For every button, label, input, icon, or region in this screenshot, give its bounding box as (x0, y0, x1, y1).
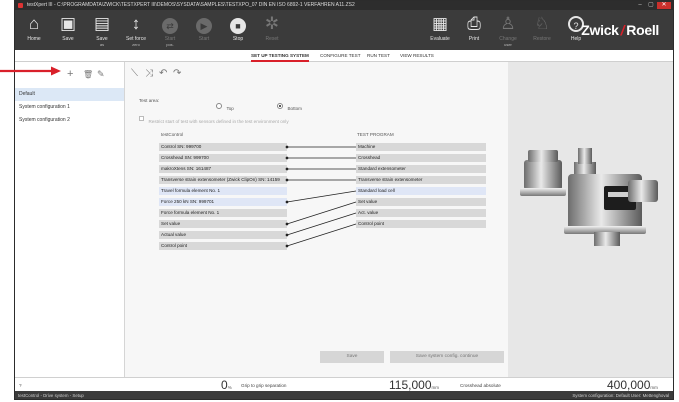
print-button[interactable]: ⎙ Print (459, 12, 489, 48)
reset-button[interactable]: ✲ Reset (257, 12, 287, 48)
app-logo-icon (18, 3, 23, 8)
tab-run-test[interactable]: RUN TEST (367, 52, 390, 60)
system-setup-panel: ⟍ ⤨ ↶ ↷ Test area: Top Bottom Restrict s… (125, 62, 508, 377)
edit-icon[interactable]: ✎ (97, 69, 105, 80)
tab-set-up-testing-system[interactable]: SET UP TESTING SYSTEM (251, 52, 309, 62)
main-toolbar: ⌂ Home ▣ Save ▤ Save as ↕ Set force zero… (15, 10, 673, 50)
connector-dot (285, 222, 289, 226)
set-force-zero-icon: ↕ (131, 14, 141, 33)
save-and-continue-button[interactable]: Save system config. continue (390, 351, 504, 363)
status-bar: ? 0% Grip to grip separation 115,000mm C… (15, 377, 673, 392)
red-arrow-annotation (0, 66, 61, 76)
save-as-button[interactable]: ▤ Save as (87, 12, 117, 48)
testing-machine-grips-image (520, 148, 658, 246)
home-icon: ⌂ (28, 14, 40, 33)
tab-configure-test[interactable]: CONFIGURE TEST (320, 52, 361, 60)
connector-dot (285, 156, 289, 160)
add-icon[interactable]: + (67, 68, 73, 80)
crosshead-absolute-label: Crosshead absolute (460, 383, 501, 388)
connection-line (286, 212, 357, 236)
start-icon: ▶ (196, 18, 212, 34)
connection-line (286, 201, 357, 225)
configuration-item-default[interactable]: Default (15, 88, 124, 101)
connector-dot (285, 145, 289, 149)
delete-icon[interactable]: 🗑 (83, 70, 93, 79)
restore-icon: ♘ (534, 14, 550, 33)
title-bar: testXpert III - C:\PROGRAMDATA\ZWICK\TES… (15, 1, 673, 10)
evaluate-icon: ▦ (431, 14, 449, 33)
close-button[interactable]: ✕ (657, 2, 671, 9)
current-view-path: testControl - Drive system - Setup (18, 393, 84, 398)
start-position-icon: ⇄ (162, 18, 178, 34)
set-force-zero-button[interactable]: ↕ Set force zero (121, 12, 151, 48)
system-config-user-info: System configuration: Default User: Mett… (572, 393, 669, 398)
connector-dot (285, 233, 289, 237)
configuration-item-system-1[interactable]: System configuration 1 (15, 101, 124, 114)
save-button[interactable]: ▣ Save (53, 12, 83, 48)
grip-separation-label: Grip to grip separation (241, 383, 287, 388)
stop-icon: ■ (230, 18, 246, 34)
reset-icon: ✲ (264, 14, 280, 33)
connector-dot (285, 167, 289, 171)
save-as-icon: ▤ (93, 14, 111, 33)
stop-button[interactable]: ■ Stop (223, 12, 253, 48)
minimize-button[interactable]: – (635, 2, 645, 9)
save-config-button[interactable]: Save (320, 351, 384, 363)
window-controls: – ▢ ✕ (635, 2, 671, 9)
print-icon: ⎙ (467, 14, 481, 33)
brand-logo: Zwick / Roell (581, 22, 659, 38)
application-window: testXpert III - C:\PROGRAMDATA\ZWICK\TES… (14, 0, 674, 400)
home-button[interactable]: ⌂ Home (19, 12, 49, 48)
workflow-tabs: SET UP TESTING SYSTEM CONFIGURE TEST RUN… (15, 50, 673, 62)
connector-dot (285, 244, 289, 248)
connector-dot (285, 178, 289, 182)
mapping-connections (285, 145, 357, 248)
save-icon: ▣ (59, 14, 77, 33)
bottom-info-bar: testControl - Drive system - Setup Syste… (15, 391, 673, 399)
connector-dot (285, 200, 289, 204)
start-button[interactable]: ▶ Start (189, 12, 219, 48)
window-title: testXpert III - C:\PROGRAMDATA\ZWICK\TES… (27, 2, 355, 8)
restore-button[interactable]: ♘ Restore (527, 12, 557, 48)
change-user-button[interactable]: ♙ Change user (493, 12, 523, 48)
tab-view-results[interactable]: VIEW RESULTS (400, 52, 434, 60)
configuration-item-system-2[interactable]: System configuration 2 (15, 114, 124, 127)
evaluate-button[interactable]: ▦ Evaluate (425, 12, 455, 48)
configuration-list-panel: + 🗑 ✎ Default System configuration 1 Sys… (15, 62, 125, 377)
maximize-button[interactable]: ▢ (646, 2, 656, 9)
connection-line (286, 190, 357, 203)
connection-line (286, 223, 357, 247)
change-user-icon: ♙ (500, 14, 516, 33)
machine-image-panel (508, 62, 673, 377)
start-position-button[interactable]: ⇄ Start pos. (155, 12, 185, 48)
status-help-indicator: ? (19, 383, 22, 388)
